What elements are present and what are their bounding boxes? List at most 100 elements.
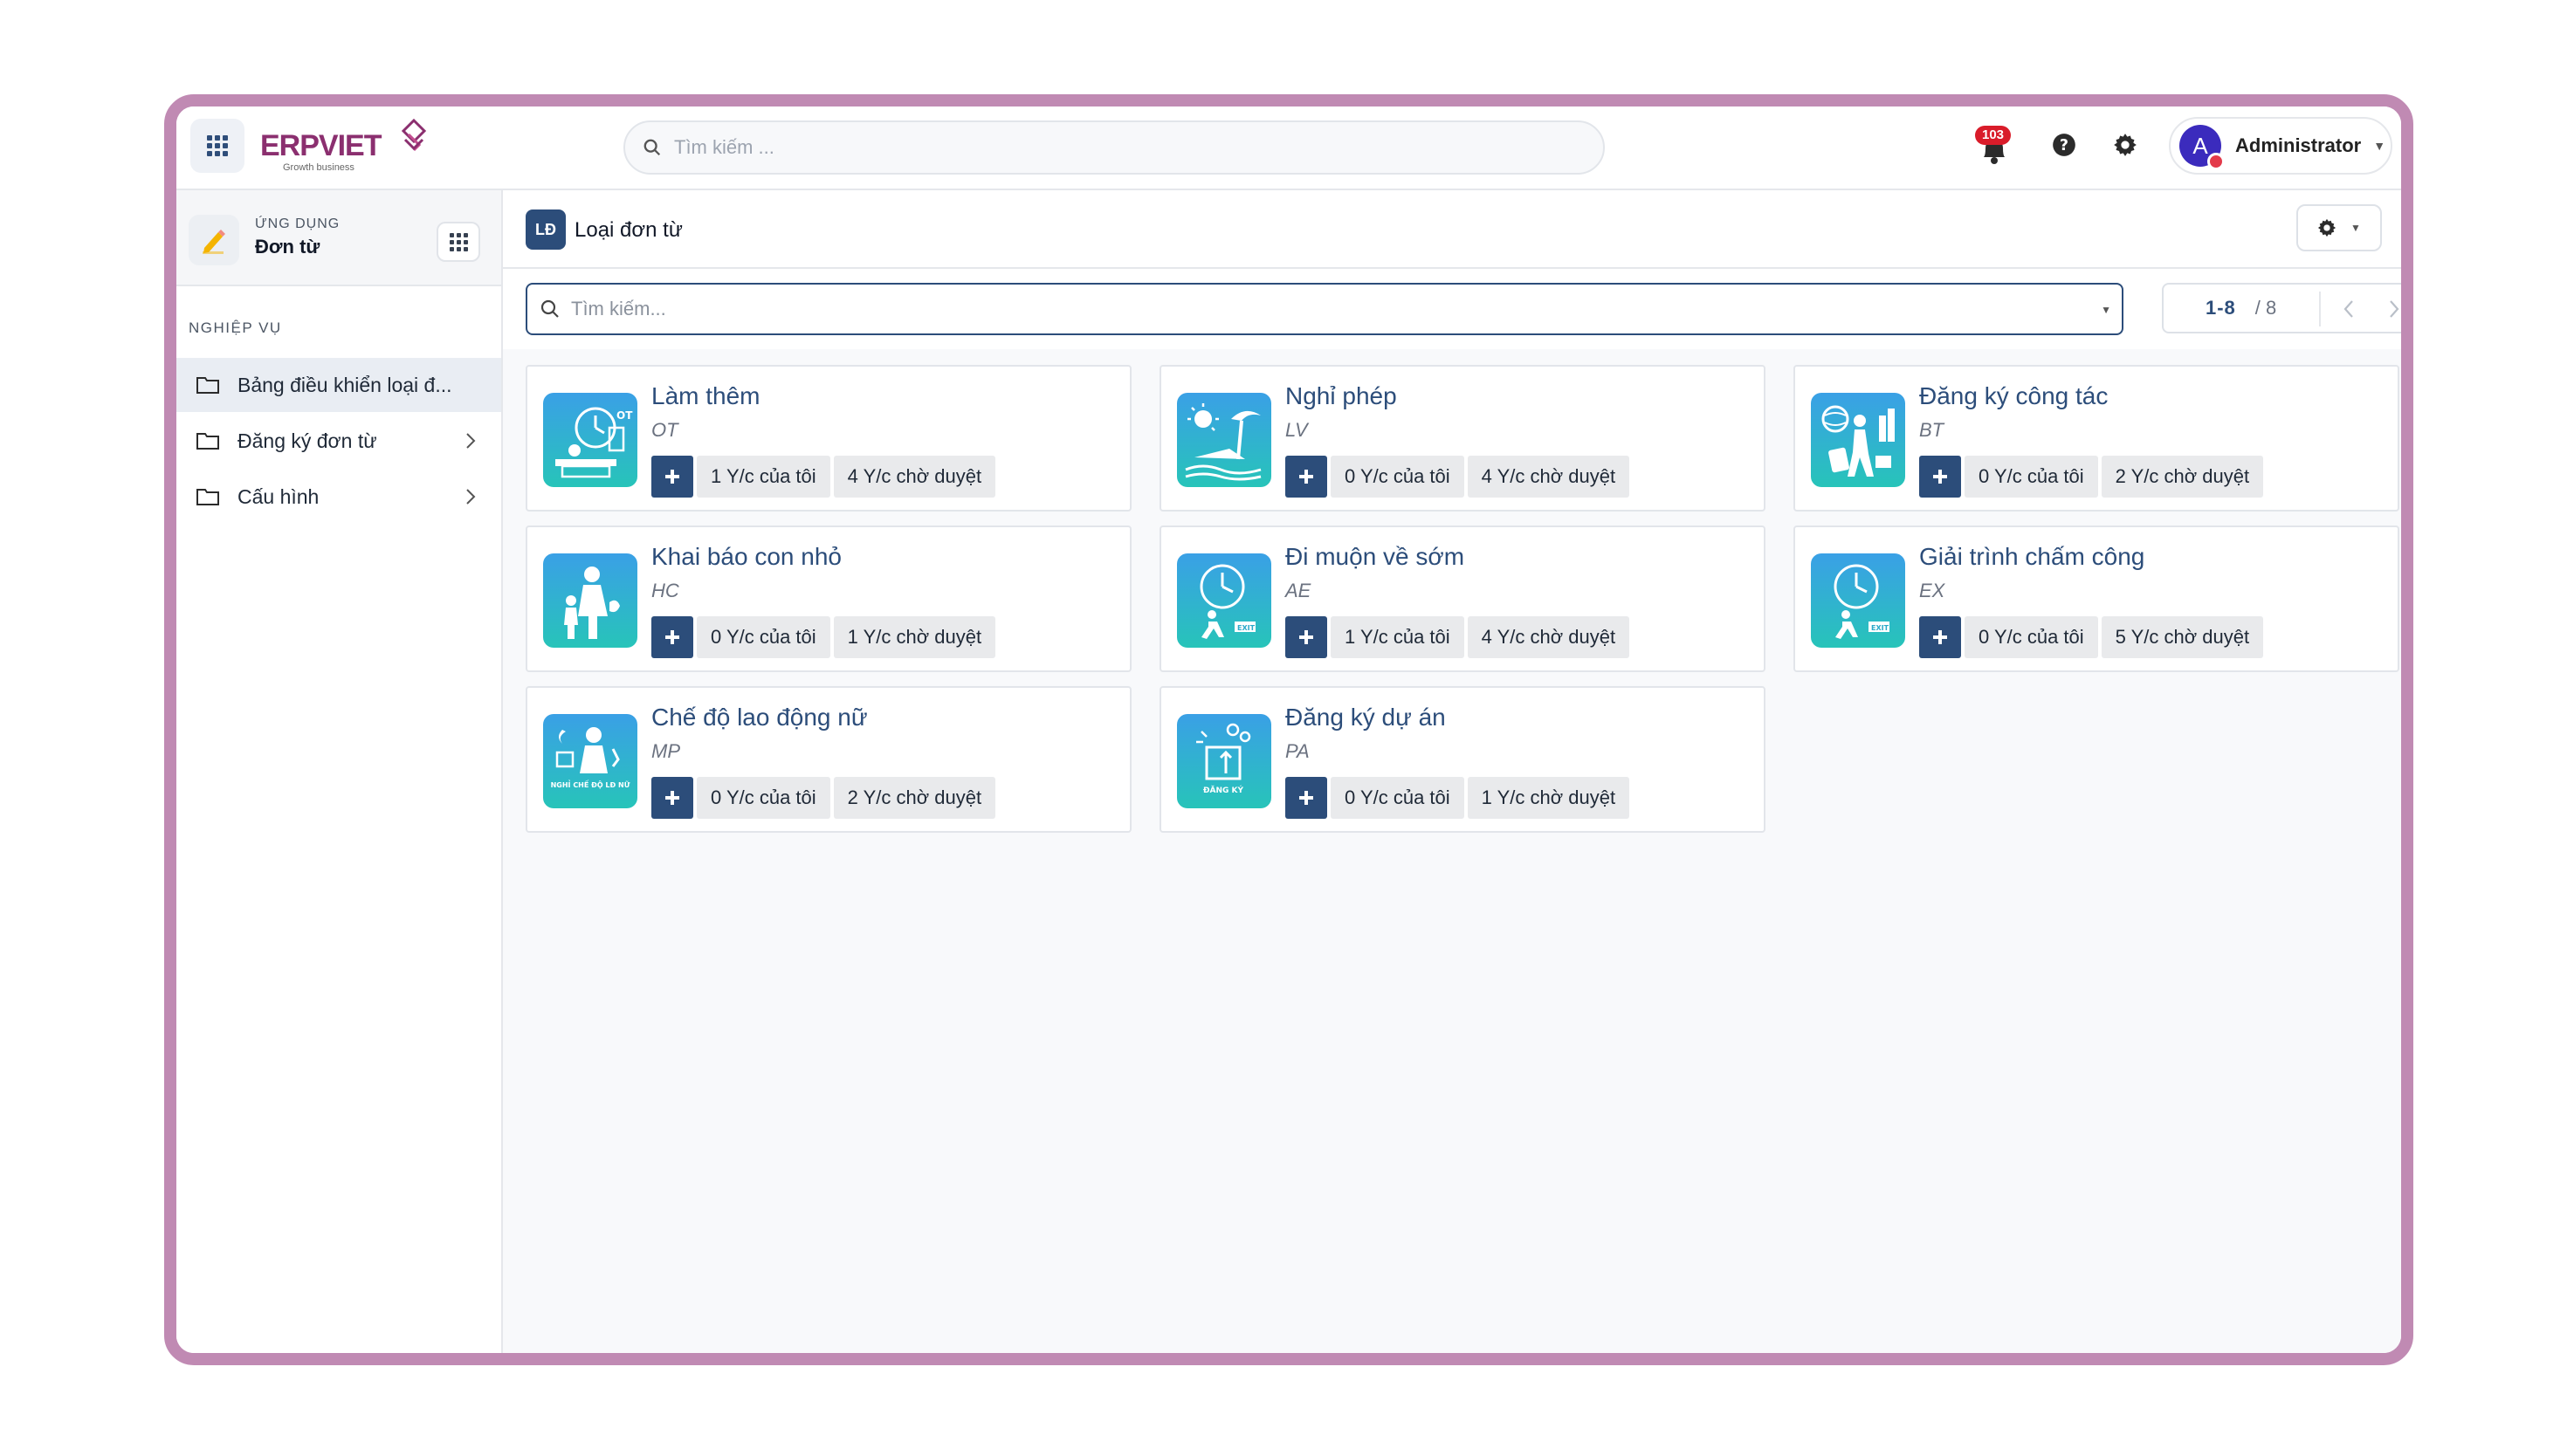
- my-requests-button[interactable]: 0 Y/c của tôi: [697, 616, 830, 658]
- add-request-button[interactable]: [1919, 456, 1961, 498]
- folder-icon: [196, 377, 219, 394]
- list-search-input[interactable]: [571, 298, 2055, 320]
- card-title[interactable]: Chế độ lao động nữ: [651, 704, 868, 731]
- card-actions: 1 Y/c của tôi 4 Y/c chờ duyệt: [1285, 616, 1630, 658]
- user-menu[interactable]: A Administrator ▼: [2169, 117, 2392, 175]
- add-request-button[interactable]: [651, 777, 693, 819]
- late-early-clock-icon: EXIT: [1177, 553, 1271, 648]
- chevron-right-icon[interactable]: [2387, 299, 2401, 319]
- card-title[interactable]: Đăng ký dự án: [1285, 704, 1446, 731]
- pager-range[interactable]: 1-8: [2206, 297, 2236, 319]
- search-icon: [643, 139, 661, 156]
- card-title[interactable]: Khai báo con nhỏ: [651, 543, 842, 571]
- beach-vacation-icon: [1177, 393, 1271, 487]
- search-options-toggle[interactable]: ▼: [2101, 304, 2111, 316]
- sidebar-item-dashboard[interactable]: Bảng điều khiển loại đ...: [176, 358, 501, 412]
- female-labor-icon: NGHỈ CHẾ ĐỘ LĐ NỮ: [543, 714, 637, 808]
- card-leave[interactable]: Nghỉ phép LV 0 Y/c của tôi 4 Y/c chờ duy…: [1160, 365, 1765, 512]
- card-title[interactable]: Làm thêm: [651, 382, 760, 410]
- svg-text:EXIT: EXIT: [1237, 624, 1256, 632]
- settings-button[interactable]: [2113, 133, 2137, 161]
- list-search-bar[interactable]: ▼: [526, 283, 2123, 335]
- card-project-register[interactable]: ĐĂNG KÝ Đăng ký dự án PA 0 Y/c của tôi 1…: [1160, 686, 1765, 833]
- grid-icon: [207, 135, 228, 156]
- svg-text:EXIT: EXIT: [1871, 624, 1889, 632]
- mother-child-icon: [543, 553, 637, 648]
- pending-requests-button[interactable]: 4 Y/c chờ duyệt: [1467, 456, 1630, 498]
- add-request-button[interactable]: [1285, 616, 1327, 658]
- sidebar-item-config[interactable]: Cấu hình: [176, 470, 501, 524]
- filter-bar: ▼ 1-8 / 8: [503, 269, 2401, 349]
- card-business-trip[interactable]: Đăng ký công tác BT 0 Y/c của tôi 2 Y/c …: [1793, 365, 2399, 512]
- pending-requests-button[interactable]: 2 Y/c chờ duyệt: [833, 777, 996, 819]
- card-title[interactable]: Đi muộn về sớm: [1285, 543, 1464, 571]
- my-requests-button[interactable]: 0 Y/c của tôi: [1331, 777, 1464, 819]
- global-search-input[interactable]: [674, 136, 1460, 159]
- card-code: BT: [1919, 419, 1944, 441]
- my-requests-button[interactable]: 1 Y/c của tôi: [697, 456, 830, 498]
- svg-text:OT: OT: [616, 409, 633, 422]
- app-name: Đơn từ: [255, 236, 320, 258]
- plus-icon: [1299, 630, 1313, 644]
- plus-icon: [665, 791, 679, 805]
- my-requests-button[interactable]: 1 Y/c của tôi: [1331, 616, 1464, 658]
- card-title[interactable]: Đăng ký công tác: [1919, 382, 2108, 410]
- card-title[interactable]: Giải trình chấm công: [1919, 543, 2144, 571]
- global-search-bar[interactable]: [623, 120, 1605, 175]
- app-launcher-button[interactable]: [190, 119, 244, 173]
- card-actions: 0 Y/c của tôi 4 Y/c chờ duyệt: [1285, 456, 1630, 498]
- search-icon: [540, 299, 559, 318]
- pending-requests-button[interactable]: 4 Y/c chờ duyệt: [1467, 616, 1630, 658]
- pencil-icon: [189, 215, 239, 265]
- gear-icon: [2114, 134, 2137, 156]
- card-code: AE: [1285, 580, 1311, 601]
- erpviet-logo[interactable]: ERPVIET Growth business: [260, 119, 435, 173]
- app-root: ERPVIET Growth business 103 ? A: [176, 106, 2401, 1353]
- my-requests-button[interactable]: 0 Y/c của tôi: [1965, 456, 2098, 498]
- notification-count-badge: 103: [1975, 126, 2012, 145]
- page-title: Loại đơn từ: [575, 218, 683, 242]
- card-title[interactable]: Nghỉ phép: [1285, 382, 1397, 410]
- sidebar-item-register[interactable]: Đăng ký đơn từ: [176, 414, 501, 468]
- add-request-button[interactable]: [1285, 456, 1327, 498]
- caret-down-icon: ▼: [2373, 139, 2386, 153]
- pending-requests-button[interactable]: 1 Y/c chờ duyệt: [1467, 777, 1630, 819]
- card-child-declaration[interactable]: Khai báo con nhỏ HC 0 Y/c của tôi 1 Y/c …: [526, 525, 1132, 672]
- card-code: EX: [1919, 580, 1945, 601]
- notifications-button[interactable]: 103: [1975, 126, 2013, 166]
- help-button[interactable]: ?: [2052, 133, 2076, 161]
- plus-icon: [665, 630, 679, 644]
- card-actions: 0 Y/c của tôi 5 Y/c chờ duyệt: [1919, 616, 2264, 658]
- card-female-labor[interactable]: NGHỈ CHẾ ĐỘ LĐ NỮ Chế độ lao động nữ MP …: [526, 686, 1132, 833]
- add-request-button[interactable]: [1919, 616, 1961, 658]
- card-code: PA: [1285, 740, 1310, 762]
- pending-requests-button[interactable]: 2 Y/c chờ duyệt: [2101, 456, 2264, 498]
- card-late-early[interactable]: EXIT Đi muộn về sớm AE 1 Y/c của tôi 4 Y…: [1160, 525, 1765, 672]
- card-overtime[interactable]: OT Làm thêm OT 1 Y/c của tôi 4 Y/c chờ d…: [526, 365, 1132, 512]
- add-request-button[interactable]: [651, 616, 693, 658]
- svg-text:ĐĂNG KÝ: ĐĂNG KÝ: [1203, 785, 1244, 795]
- view-settings-button[interactable]: ▼: [2296, 204, 2382, 251]
- card-attendance-explanation[interactable]: EXIT Giải trình chấm công EX 0 Y/c của t…: [1793, 525, 2399, 672]
- pending-requests-button[interactable]: 5 Y/c chờ duyệt: [2101, 616, 2264, 658]
- chevron-left-icon[interactable]: [2342, 299, 2356, 319]
- main-content: LĐ Loại đơn từ ▼ ▼ 1-8 / 8: [503, 190, 2401, 1353]
- my-requests-button[interactable]: 0 Y/c của tôi: [697, 777, 830, 819]
- sidebar-item-label: Bảng điều khiển loại đ...: [237, 373, 452, 396]
- page-badge: LĐ: [526, 209, 566, 250]
- my-requests-button[interactable]: 0 Y/c của tôi: [1965, 616, 2098, 658]
- card-code: LV: [1285, 419, 1308, 441]
- pending-requests-button[interactable]: 1 Y/c chờ duyệt: [833, 616, 996, 658]
- card-actions: 1 Y/c của tôi 4 Y/c chờ duyệt: [651, 456, 996, 498]
- app-menu-button[interactable]: [437, 222, 480, 262]
- my-requests-button[interactable]: 0 Y/c của tôi: [1331, 456, 1464, 498]
- card-actions: 0 Y/c của tôi 2 Y/c chờ duyệt: [651, 777, 996, 819]
- pending-requests-button[interactable]: 4 Y/c chờ duyệt: [833, 456, 996, 498]
- window-frame: ERPVIET Growth business 103 ? A: [164, 94, 2413, 1365]
- chevron-right-icon: [466, 433, 476, 449]
- plus-icon: [1299, 470, 1313, 484]
- logo-mark-icon: [401, 119, 427, 152]
- add-request-button[interactable]: [651, 456, 693, 498]
- card-code: OT: [651, 419, 678, 441]
- add-request-button[interactable]: [1285, 777, 1327, 819]
